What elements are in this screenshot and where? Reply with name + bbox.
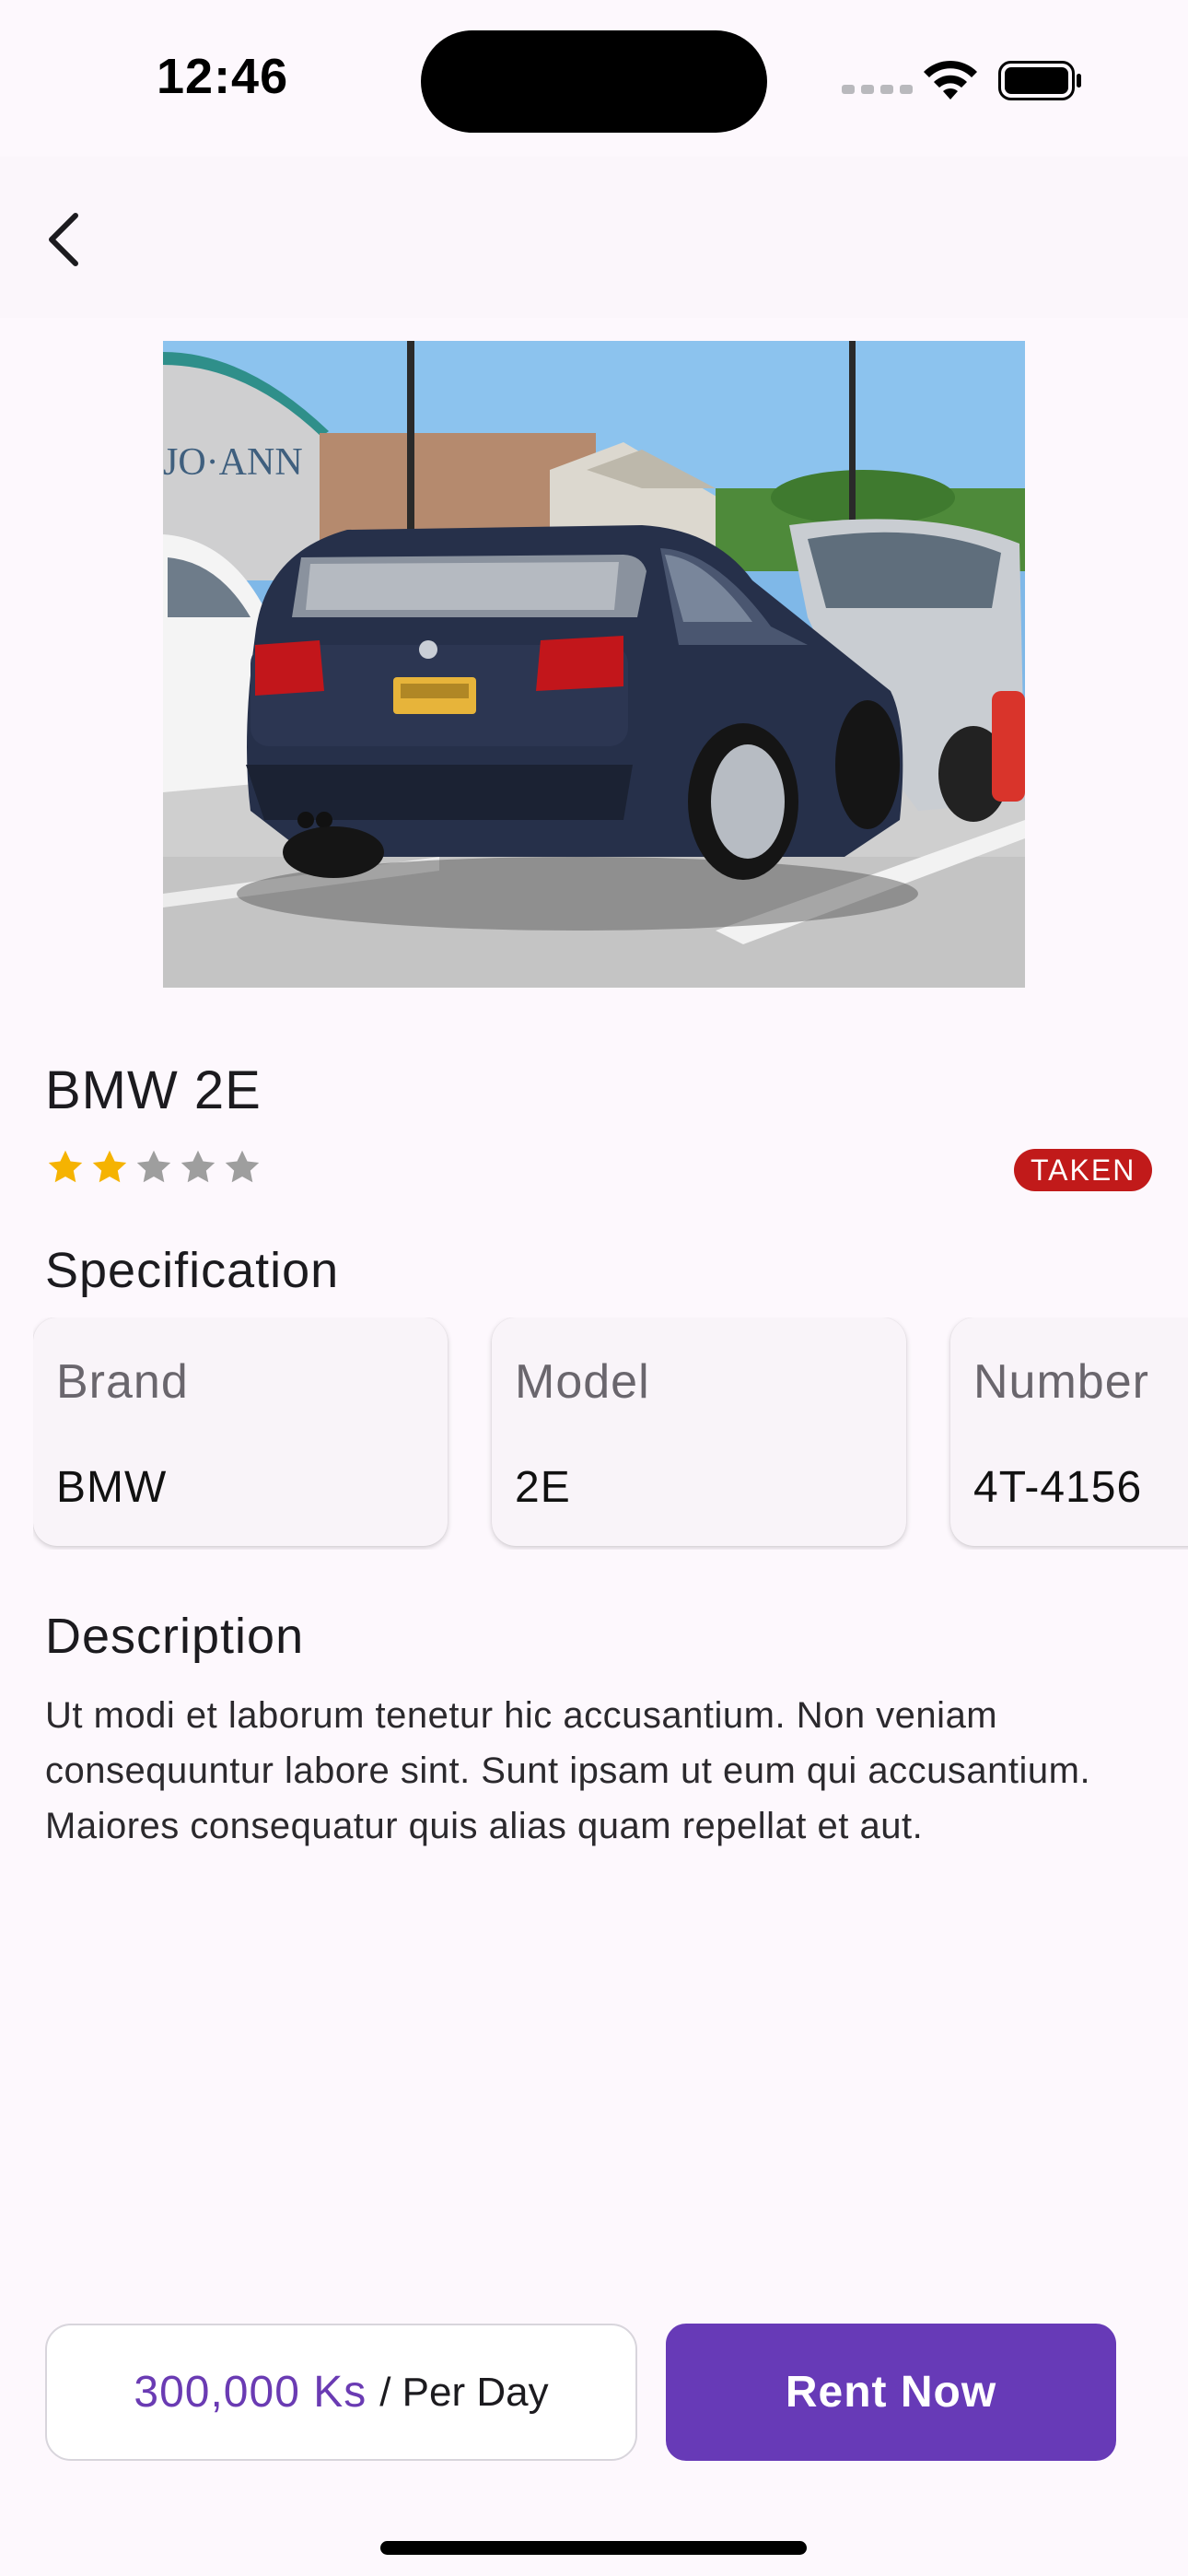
- home-indicator[interactable]: [380, 2541, 807, 2555]
- price-display: 300,000 Ks / Per Day: [45, 2324, 637, 2461]
- status-bar: 12:46: [0, 0, 1188, 157]
- description-text: Ut modi et laborum tenetur hic accusanti…: [45, 1695, 1091, 1846]
- store-sign: JO·ANN: [163, 441, 303, 484]
- status-badge: TAKEN: [1014, 1149, 1153, 1191]
- description-heading: Description: [45, 1609, 305, 1664]
- car-image: JO·ANN: [163, 341, 1025, 988]
- spec-card-brand[interactable]: Brand BMW: [33, 1317, 448, 1546]
- cellular-signal-icon: [842, 85, 913, 94]
- star-filled-icon: [48, 1150, 83, 1183]
- star-rating: [44, 1146, 263, 1188]
- app-bar: [0, 157, 1188, 318]
- spec-value: BMW: [56, 1463, 168, 1512]
- spec-value: 2E: [515, 1463, 571, 1512]
- car-title: BMW 2E: [45, 1060, 262, 1120]
- star-filled-icon: [92, 1150, 127, 1183]
- battery-icon: [998, 61, 1081, 100]
- specification-heading: Specification: [45, 1243, 340, 1298]
- spec-value: 4T-4156: [973, 1463, 1143, 1512]
- rent-now-button[interactable]: Rent Now: [666, 2324, 1116, 2461]
- star-empty-icon: [136, 1150, 171, 1183]
- price-amount: 300,000 Ks: [134, 2368, 367, 2417]
- price-unit: / Per Day: [379, 2369, 549, 2415]
- status-time: 12:46: [157, 49, 289, 104]
- chevron-left-icon: [49, 213, 78, 266]
- dynamic-island: [421, 30, 767, 133]
- spec-label: Model: [515, 1355, 650, 1409]
- spec-label: Brand: [56, 1355, 189, 1409]
- spec-label: Number: [973, 1355, 1149, 1409]
- wifi-icon: [924, 60, 977, 100]
- star-empty-icon: [181, 1150, 215, 1183]
- specification-list[interactable]: Brand BMW Model 2E Number 4T-4156: [33, 1317, 1188, 1550]
- back-button[interactable]: [28, 203, 101, 276]
- spec-card-number[interactable]: Number 4T-4156: [950, 1317, 1188, 1546]
- spec-card-model[interactable]: Model 2E: [492, 1317, 906, 1546]
- star-empty-icon: [225, 1150, 260, 1183]
